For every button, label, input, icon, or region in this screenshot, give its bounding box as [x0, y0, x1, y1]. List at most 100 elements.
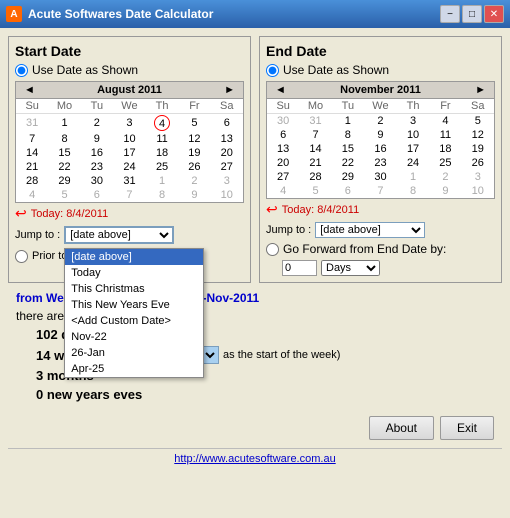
end-cal-day[interactable]: 8	[397, 184, 429, 198]
start-cal-day[interactable]: 5	[48, 188, 80, 202]
start-cal-day[interactable]: 11	[146, 132, 178, 146]
dropdown-item[interactable]: 26-Jan	[65, 345, 203, 361]
start-cal-day[interactable]: 16	[81, 146, 113, 160]
end-cal-day[interactable]: 25	[429, 156, 461, 170]
start-cal-day[interactable]: 12	[178, 132, 210, 146]
end-cal-day[interactable]: 10	[462, 184, 494, 198]
start-cal-day[interactable]: 7	[16, 132, 48, 146]
start-prev-month[interactable]: ◄	[20, 84, 39, 96]
end-cal-day[interactable]: 31	[299, 114, 331, 129]
end-prev-month[interactable]: ◄	[271, 84, 290, 96]
end-cal-day[interactable]: 15	[332, 142, 364, 156]
start-cal-day[interactable]: 30	[81, 174, 113, 188]
end-cal-day[interactable]: 30	[267, 114, 299, 129]
end-cal-day[interactable]: 6	[267, 128, 299, 142]
start-cal-day[interactable]: 23	[81, 160, 113, 174]
end-use-date-radio[interactable]	[266, 64, 279, 77]
end-cal-day[interactable]: 4	[429, 114, 461, 129]
end-cal-day[interactable]: 24	[397, 156, 429, 170]
start-cal-day[interactable]: 7	[113, 188, 146, 202]
end-cal-day[interactable]: 9	[429, 184, 461, 198]
start-cal-day[interactable]: 20	[211, 146, 243, 160]
end-forward-unit-select[interactable]: Days Weeks Months	[321, 260, 380, 276]
start-jump-select[interactable]: [date above]TodayThis ChristmasThis New …	[64, 226, 174, 244]
start-cal-day[interactable]: 1	[146, 174, 178, 188]
start-cal-day[interactable]: 6	[211, 114, 243, 133]
start-cal-day[interactable]: 2	[178, 174, 210, 188]
end-cal-day[interactable]: 9	[364, 128, 397, 142]
end-cal-day[interactable]: 4	[267, 184, 299, 198]
start-use-date-radio[interactable]	[15, 64, 28, 77]
end-cal-day[interactable]: 18	[429, 142, 461, 156]
dropdown-item[interactable]: This Christmas	[65, 281, 203, 297]
start-cal-day[interactable]: 15	[48, 146, 80, 160]
end-cal-day[interactable]: 3	[397, 114, 429, 129]
dropdown-item[interactable]: Today	[65, 265, 203, 281]
start-cal-day[interactable]: 13	[211, 132, 243, 146]
start-cal-day[interactable]: 4	[146, 114, 178, 133]
end-cal-day[interactable]: 23	[364, 156, 397, 170]
end-cal-day[interactable]: 6	[332, 184, 364, 198]
end-cal-day[interactable]: 10	[397, 128, 429, 142]
start-cal-day[interactable]: 10	[211, 188, 243, 202]
end-cal-day[interactable]: 12	[462, 128, 494, 142]
start-next-month[interactable]: ►	[220, 84, 239, 96]
start-cal-day[interactable]: 29	[48, 174, 80, 188]
start-cal-day[interactable]: 3	[211, 174, 243, 188]
end-cal-day[interactable]: 7	[364, 184, 397, 198]
dropdown-item[interactable]: [date above]	[65, 249, 203, 265]
end-cal-day[interactable]: 20	[267, 156, 299, 170]
end-cal-day[interactable]: 21	[299, 156, 331, 170]
end-cal-day[interactable]: 8	[332, 128, 364, 142]
end-forward-radio[interactable]	[266, 243, 279, 256]
end-cal-day[interactable]: 13	[267, 142, 299, 156]
footer-link[interactable]: http://www.acutesoftware.com.au	[8, 448, 502, 469]
start-cal-day[interactable]: 4	[16, 188, 48, 202]
start-cal-day[interactable]: 8	[146, 188, 178, 202]
minimize-button[interactable]: −	[440, 5, 460, 23]
start-cal-day[interactable]: 6	[81, 188, 113, 202]
end-cal-day[interactable]: 1	[397, 170, 429, 184]
start-cal-day[interactable]: 1	[48, 114, 80, 133]
start-cal-day[interactable]: 19	[178, 146, 210, 160]
end-cal-day[interactable]: 22	[332, 156, 364, 170]
end-cal-day[interactable]: 27	[267, 170, 299, 184]
end-cal-day[interactable]: 29	[332, 170, 364, 184]
end-cal-day[interactable]: 26	[462, 156, 494, 170]
end-next-month[interactable]: ►	[471, 84, 490, 96]
start-cal-day[interactable]: 21	[16, 160, 48, 174]
dropdown-item[interactable]: Apr-25	[65, 361, 203, 377]
end-cal-day[interactable]: 7	[299, 128, 331, 142]
end-cal-day[interactable]: 1	[332, 114, 364, 129]
start-cal-day[interactable]: 9	[178, 188, 210, 202]
start-cal-day[interactable]: 17	[113, 146, 146, 160]
end-cal-day[interactable]: 11	[429, 128, 461, 142]
start-cal-day[interactable]: 25	[146, 160, 178, 174]
exit-button[interactable]: Exit	[440, 416, 494, 440]
about-button[interactable]: About	[369, 416, 434, 440]
start-cal-day[interactable]: 8	[48, 132, 80, 146]
end-cal-day[interactable]: 30	[364, 170, 397, 184]
end-cal-day[interactable]: 14	[299, 142, 331, 156]
start-cal-day[interactable]: 9	[81, 132, 113, 146]
start-cal-day[interactable]: 5	[178, 114, 210, 133]
end-forward-input[interactable]	[282, 260, 317, 276]
start-cal-day[interactable]: 26	[178, 160, 210, 174]
end-cal-day[interactable]: 3	[462, 170, 494, 184]
start-cal-day[interactable]: 31	[16, 114, 48, 133]
end-cal-day[interactable]: 5	[462, 114, 494, 129]
dropdown-item[interactable]: <Add Custom Date>	[65, 313, 203, 329]
end-cal-day[interactable]: 19	[462, 142, 494, 156]
start-cal-day[interactable]: 27	[211, 160, 243, 174]
end-cal-day[interactable]: 16	[364, 142, 397, 156]
start-prior-radio[interactable]	[15, 250, 28, 263]
close-button[interactable]: ✕	[484, 5, 504, 23]
start-cal-day[interactable]: 10	[113, 132, 146, 146]
start-cal-day[interactable]: 18	[146, 146, 178, 160]
dropdown-item[interactable]: Nov-22	[65, 329, 203, 345]
dropdown-item[interactable]: This New Years Eve	[65, 297, 203, 313]
end-cal-day[interactable]: 2	[364, 114, 397, 129]
end-cal-day[interactable]: 28	[299, 170, 331, 184]
start-cal-day[interactable]: 3	[113, 114, 146, 133]
start-cal-day[interactable]: 31	[113, 174, 146, 188]
